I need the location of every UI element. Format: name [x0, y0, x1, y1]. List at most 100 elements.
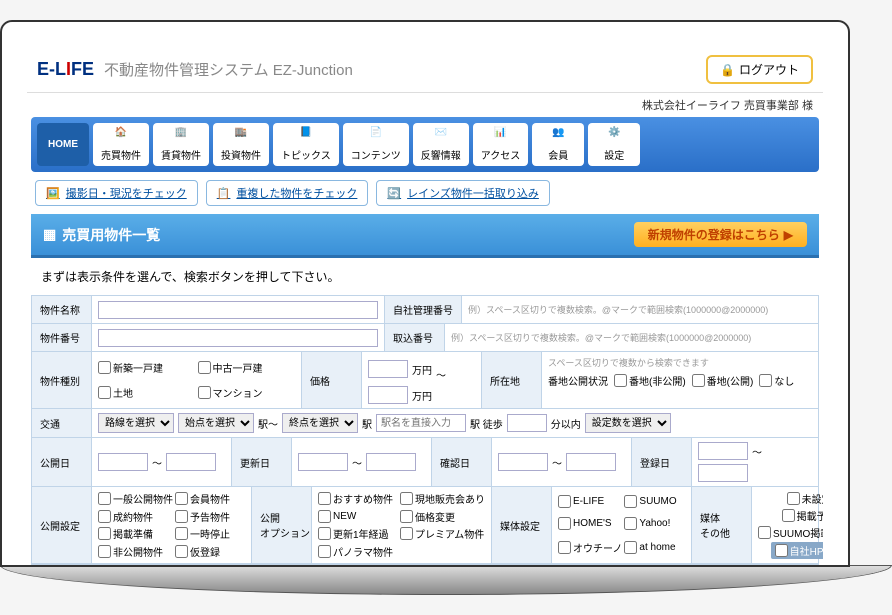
nav-member[interactable]: 👥会員	[532, 123, 584, 166]
main-nav: HOME 🏠売買物件 🏢賃貸物件 🏬投資物件 📘トピックス 📄コンテンツ ✉️反…	[31, 117, 819, 172]
house-icon: 🏠	[111, 127, 131, 145]
chk-mo-0[interactable]: 未設定	[787, 491, 823, 506]
logo: E-LIFE	[37, 59, 94, 80]
chk-type-3[interactable]: マンション	[198, 385, 296, 400]
new-register-button[interactable]: 新規物件の登録はこちら▶	[634, 222, 807, 247]
office-icon: 🏬	[231, 127, 251, 145]
chk-opt-3[interactable]: 価格変更	[400, 509, 485, 524]
chk-type-0[interactable]: 新築一戸建	[98, 360, 196, 375]
chk-pub-3[interactable]: 予告物件	[175, 509, 245, 524]
input-cnf-to[interactable]	[566, 453, 616, 471]
label-confirm-date: 確認日	[432, 438, 492, 486]
label-pub-setting: 公開設定	[32, 487, 92, 563]
chk-opt-2[interactable]: NEW	[318, 510, 398, 523]
sub-nav: 🖼️撮影日・現況をチェック 📋重複した物件をチェック 🔄レインズ物件一括取り込み	[27, 172, 823, 214]
label-media-other: 媒体 その他	[692, 487, 752, 563]
arrow-right-icon: ▶	[784, 228, 793, 242]
label-update-date: 更新日	[232, 438, 292, 486]
chk-media-1[interactable]: SUUMO	[624, 495, 685, 508]
chk-pub-5[interactable]: 一時停止	[175, 526, 245, 541]
nav-contents[interactable]: 📄コンテンツ	[343, 123, 409, 166]
chart-icon: 📊	[490, 127, 510, 145]
lock-icon: 🔒	[720, 63, 735, 77]
chk-opt-4[interactable]: 更新1年経過	[318, 526, 398, 541]
input-walk[interactable]	[507, 414, 547, 432]
input-price-max[interactable]	[368, 386, 408, 404]
chk-opt-1[interactable]: 現地販売会あり	[400, 491, 485, 506]
logout-button[interactable]: 🔒 ログアウト	[706, 55, 813, 84]
mail-icon: ✉️	[431, 127, 451, 145]
subnav-dup-check[interactable]: 📋重複した物件をチェック	[206, 180, 369, 206]
nav-response[interactable]: ✉️反響情報	[413, 123, 469, 166]
nav-home[interactable]: HOME	[37, 123, 89, 166]
chk-land-2[interactable]: なし	[759, 373, 794, 388]
label-self-num: 自社管理番号	[385, 296, 462, 323]
people-icon: 👥	[548, 127, 568, 145]
chk-land-1[interactable]: 番地(公開)	[692, 373, 754, 388]
nav-sale[interactable]: 🏠売買物件	[93, 123, 149, 166]
label-media: 媒体設定	[492, 487, 552, 563]
nav-invest[interactable]: 🏬投資物件	[213, 123, 269, 166]
input-upd-from[interactable]	[298, 453, 348, 471]
header-bar: E-LIFE 不動産物件管理システム EZ-Junction 🔒 ログアウト	[27, 47, 823, 93]
label-location: 所在地	[482, 352, 542, 408]
nav-topics[interactable]: 📘トピックス	[273, 123, 339, 166]
refresh-icon: 🔄	[387, 187, 401, 200]
select-route[interactable]: 路線を選択	[98, 413, 174, 433]
nav-settings[interactable]: ⚙️設定	[588, 123, 640, 166]
chk-mo-3[interactable]: 自社HPのみ	[771, 542, 823, 559]
chk-type-1[interactable]: 中古一戸建	[198, 360, 296, 375]
chk-pub-6[interactable]: 非公開物件	[98, 544, 173, 559]
subnav-reins-import[interactable]: 🔄レインズ物件一括取り込み	[376, 180, 549, 206]
label-price: 価格	[302, 352, 362, 408]
input-reg-from[interactable]	[698, 442, 748, 460]
company-label: 株式会社イーライフ 売買事業部 様	[27, 93, 823, 117]
label-transit: 交通	[32, 409, 92, 437]
input-price-min[interactable]	[368, 360, 408, 378]
select-end[interactable]: 終点を選択	[282, 413, 358, 433]
select-count[interactable]: 設定数を選択	[585, 413, 671, 433]
label-type: 物件種別	[32, 352, 92, 408]
building-icon: 🏢	[171, 127, 191, 145]
label-open-date: 公開日	[32, 438, 92, 486]
input-name[interactable]	[98, 301, 378, 319]
input-cnf-from[interactable]	[498, 453, 548, 471]
label-pub-option: 公開 オプション	[252, 487, 312, 563]
chk-land-0[interactable]: 番地(非公開)	[614, 373, 686, 388]
nav-access[interactable]: 📊アクセス	[473, 123, 529, 166]
section-header: ▦売買用物件一覧 新規物件の登録はこちら▶	[31, 214, 819, 258]
hint-self-num: 例）スペース区切りで複数検索。@マークで範囲検索(1000000@2000000…	[468, 303, 768, 316]
input-open-from[interactable]	[98, 453, 148, 471]
label-reg-date: 登録日	[632, 438, 692, 486]
chk-media-4[interactable]: オウチーノ	[558, 540, 622, 555]
nav-rent[interactable]: 🏢賃貸物件	[153, 123, 209, 166]
input-open-to[interactable]	[166, 453, 216, 471]
chk-pub-4[interactable]: 掲載準備	[98, 526, 173, 541]
input-reg-to[interactable]	[698, 464, 748, 482]
chk-pub-7[interactable]: 仮登録	[175, 544, 245, 559]
gear-icon: ⚙️	[604, 127, 624, 145]
input-station[interactable]	[376, 414, 466, 432]
chk-pub-2[interactable]: 成約物件	[98, 509, 173, 524]
chk-opt-0[interactable]: おすすめ物件	[318, 491, 398, 506]
chk-type-2[interactable]: 土地	[98, 385, 196, 400]
doc-icon: 📄	[366, 127, 386, 145]
chk-mo-2[interactable]: SUUMO掲載指示無	[758, 525, 823, 540]
select-start[interactable]: 始点を選択	[178, 413, 254, 433]
chk-media-5[interactable]: at home	[624, 541, 685, 554]
chk-pub-1[interactable]: 会員物件	[175, 491, 245, 506]
chk-mo-1[interactable]: 掲載予備	[782, 508, 823, 523]
input-prop-num[interactable]	[98, 329, 378, 347]
subnav-photo-check[interactable]: 🖼️撮影日・現況をチェック	[35, 180, 198, 206]
chk-media-0[interactable]: E-LIFE	[558, 495, 622, 508]
list-icon: 📋	[217, 187, 231, 200]
chk-opt-5[interactable]: プレミアム物件	[400, 526, 485, 541]
book-icon: 📘	[296, 127, 316, 145]
instruction-text: まずは表示条件を選んで、検索ボタンを押して下さい。	[27, 258, 823, 295]
chk-opt-6[interactable]: パノラマ物件	[318, 544, 398, 559]
label-trade-num: 取込番号	[385, 324, 445, 351]
chk-pub-0[interactable]: 一般公開物件	[98, 491, 173, 506]
label-prop-num: 物件番号	[32, 324, 92, 351]
input-upd-to[interactable]	[366, 453, 416, 471]
search-form: 物件名称 自社管理番号 例）スペース区切りで複数検索。@マークで範囲検索(100…	[31, 295, 819, 565]
